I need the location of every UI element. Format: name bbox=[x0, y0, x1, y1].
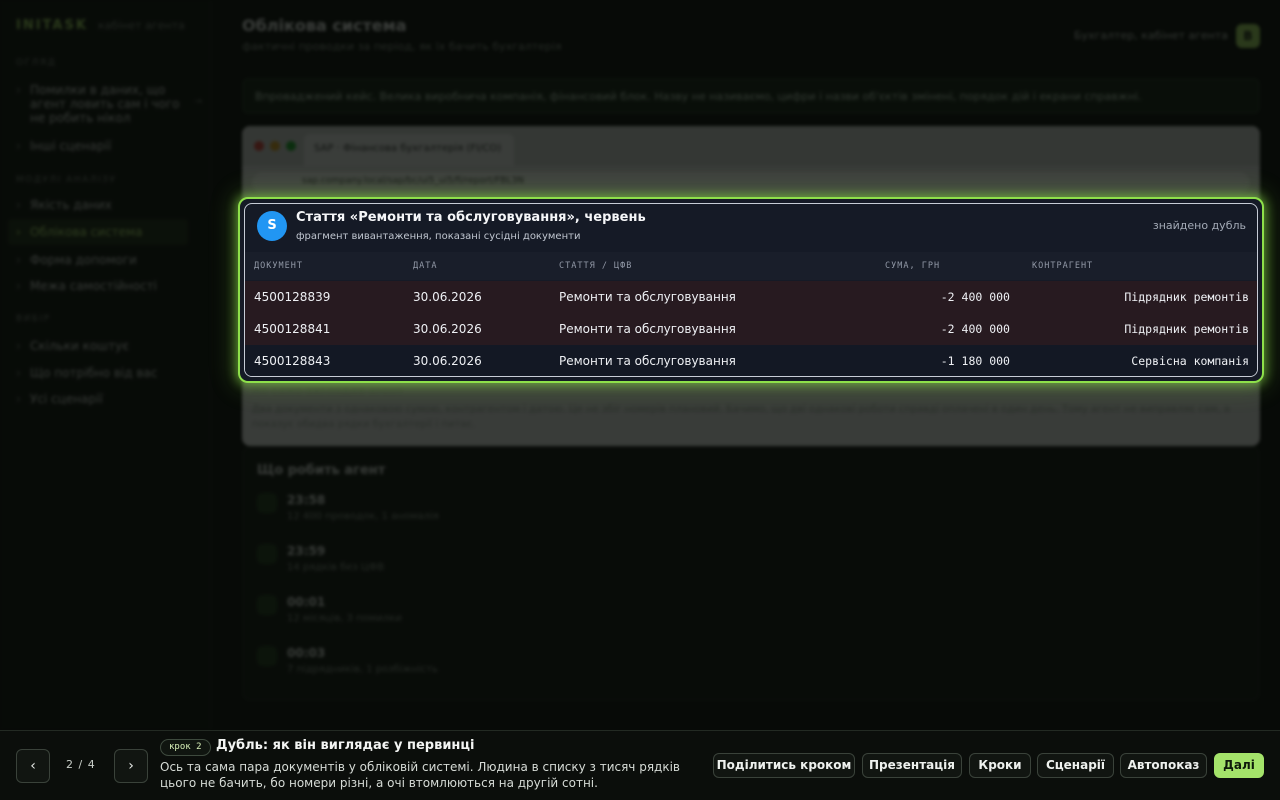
cell-article: Ремонти та обслуговування bbox=[559, 354, 736, 368]
sidebar-item-help-form[interactable]: Форма допомоги bbox=[16, 253, 196, 267]
sidebar-item-errors[interactable]: Помилки в даних, що агент ловить сам і ч… bbox=[16, 83, 202, 125]
page-title: Облікова система bbox=[242, 16, 407, 35]
browser-toolbar: SAP · Фінансова бухгалтерія (FI/CO) bbox=[242, 126, 1260, 166]
cell-amount: -1 180 000 bbox=[940, 354, 1010, 368]
cell-document: 4500128841 bbox=[254, 322, 331, 336]
cell-date: 30.06.2026 bbox=[413, 354, 482, 368]
sidebar-item-label: Помилки в даних, що агент ловить сам і ч… bbox=[30, 83, 180, 125]
timeline-desc: 12 400 проводок, 1 аномалія bbox=[287, 511, 439, 522]
presentation-button[interactable]: Презентація bbox=[862, 753, 962, 778]
sidebar-item-requirements[interactable]: Що потрібно від вас bbox=[16, 366, 196, 380]
step-navigation-bar: ‹ 2 / 4 › крок 2 Дубль: як він виглядає … bbox=[0, 730, 1280, 800]
timeline-title: Що робить агент bbox=[257, 463, 386, 478]
column-header-article: СТАТТЯ / ЦФВ bbox=[559, 261, 633, 271]
table-row[interactable]: 4500128843 30.06.2026 Ремонти та обслуго… bbox=[245, 345, 1257, 376]
sidebar: INITASK кабінет агента Огляд Помилки в д… bbox=[0, 0, 212, 730]
cell-amount: -2 400 000 bbox=[940, 322, 1010, 336]
cell-document: 4500128839 bbox=[254, 290, 331, 304]
avatar[interactable]: B bbox=[1236, 24, 1260, 48]
sidebar-item-autonomy-limit[interactable]: Межа самостійності bbox=[16, 279, 196, 293]
cell-document: 4500128843 bbox=[254, 354, 331, 368]
sap-logo-icon: S bbox=[257, 211, 287, 241]
highlighted-document-card: S Стаття «Ремонти та обслуговування», че… bbox=[238, 197, 1264, 383]
step-counter: 2 / 4 bbox=[66, 758, 96, 771]
sidebar-section-overview: Огляд bbox=[16, 58, 57, 68]
column-header-amount: СУМА, ГРН bbox=[885, 261, 941, 271]
section-title: Як саме виглядав агент bbox=[252, 384, 404, 397]
cell-amount: -2 400 000 bbox=[940, 290, 1010, 304]
previous-step-button[interactable]: ‹ bbox=[16, 749, 50, 783]
step-description: Ось та сама пара документів у обліковій … bbox=[160, 760, 680, 790]
next-step-arrow-button[interactable]: › bbox=[114, 749, 148, 783]
user-name: Бухгалтер, кабінет агента bbox=[1074, 29, 1228, 42]
sidebar-item-accounting-system[interactable]: Облікова система bbox=[8, 219, 188, 245]
step-badge: крок 2 bbox=[160, 739, 211, 756]
check-icon bbox=[257, 595, 277, 615]
column-header-counterparty: КОНТРАГЕНТ bbox=[1032, 261, 1094, 271]
sidebar-item-badge: → bbox=[194, 97, 202, 107]
timeline-desc: 14 рядків без ЦФВ bbox=[287, 562, 385, 573]
brand-subtitle: кабінет агента bbox=[98, 19, 185, 32]
card-inner: S Стаття «Ремонти та обслуговування», че… bbox=[244, 203, 1258, 377]
timeline-time: 23:58 bbox=[287, 493, 326, 507]
case-notice: Впроваджений кейс. Велика виробнича комп… bbox=[242, 78, 1260, 114]
column-header-document: ДОКУМЕНТ bbox=[254, 261, 303, 271]
card-title: Стаття «Ремонти та обслуговування», черв… bbox=[296, 210, 646, 225]
autoplay-button[interactable]: Автопоказ bbox=[1120, 753, 1207, 778]
app-root: INITASK кабінет агента Огляд Помилки в д… bbox=[0, 0, 1280, 800]
background-layer: INITASK кабінет агента Огляд Помилки в д… bbox=[0, 0, 1280, 800]
minimize-dot-icon bbox=[270, 141, 280, 151]
check-icon bbox=[257, 493, 277, 513]
timeline-desc: 7 підрядників, 1 розбіжність bbox=[287, 664, 438, 675]
cell-counterparty: Сервісна компанія bbox=[1131, 354, 1249, 368]
check-icon bbox=[257, 544, 277, 564]
brand-logo: INITASK bbox=[16, 18, 88, 33]
cell-article: Ремонти та обслуговування bbox=[559, 290, 736, 304]
page-subtitle: фактичні проводки за період, як їх бачит… bbox=[242, 40, 562, 53]
close-dot-icon bbox=[254, 141, 264, 151]
cell-article: Ремонти та обслуговування bbox=[559, 322, 736, 336]
cell-date: 30.06.2026 bbox=[413, 322, 482, 336]
sidebar-section-choice: Вибір bbox=[16, 314, 51, 324]
sidebar-section-modules: Модулі аналізу bbox=[16, 175, 117, 185]
cell-date: 30.06.2026 bbox=[413, 290, 482, 304]
share-step-button[interactable]: Поділитись кроком bbox=[713, 753, 855, 778]
steps-button[interactable]: Кроки bbox=[969, 753, 1031, 778]
check-icon bbox=[257, 646, 277, 666]
timeline-desc: 12 місяців, 3 помилки bbox=[287, 613, 402, 624]
column-header-date: ДАТА bbox=[413, 261, 438, 271]
cell-counterparty: Підрядник ремонтів bbox=[1124, 322, 1249, 336]
card-subtitle: фрагмент вивантаження, показані сусідні … bbox=[296, 231, 581, 242]
duplicate-found-badge: знайдено дубль bbox=[1152, 219, 1246, 232]
timeline-panel: Що робить агент 23:58 12 400 проводок, 1… bbox=[242, 446, 1260, 701]
scenarios-button[interactable]: Сценарії bbox=[1037, 753, 1114, 778]
timeline-time: 23:59 bbox=[287, 544, 326, 558]
table-row-duplicate[interactable]: 4500128841 30.06.2026 Ремонти та обслуго… bbox=[245, 313, 1257, 345]
table-row-duplicate[interactable]: 4500128839 30.06.2026 Ремонти та обслуго… bbox=[245, 281, 1257, 313]
timeline-time: 00:03 bbox=[287, 646, 326, 660]
timeline-time: 00:01 bbox=[287, 595, 326, 609]
sidebar-item-all-scenarios[interactable]: Усі сценарії bbox=[16, 392, 196, 406]
browser-url-bar: sap.company.local/sap/bc/ui5_ui5/fi/repo… bbox=[252, 172, 1250, 194]
table-header: ДОКУМЕНТ ДАТА СТАТТЯ / ЦФВ СУМА, ГРН КОН… bbox=[245, 252, 1257, 280]
cell-counterparty: Підрядник ремонтів bbox=[1124, 290, 1249, 304]
sidebar-item-data-quality[interactable]: Якість даних bbox=[16, 198, 196, 212]
section-text: Два документи з однаковою сумою, контраг… bbox=[252, 404, 1230, 430]
next-button[interactable]: Далі bbox=[1214, 753, 1264, 778]
browser-tab: SAP · Фінансова бухгалтерія (FI/CO) bbox=[304, 134, 514, 166]
step-title: Дубль: як він виглядає у первинці bbox=[216, 738, 475, 753]
maximize-dot-icon bbox=[286, 141, 296, 151]
sidebar-item-cost[interactable]: Скільки коштує bbox=[16, 339, 196, 353]
sidebar-item-other-scenarios[interactable]: Інші сценарії bbox=[16, 139, 196, 153]
